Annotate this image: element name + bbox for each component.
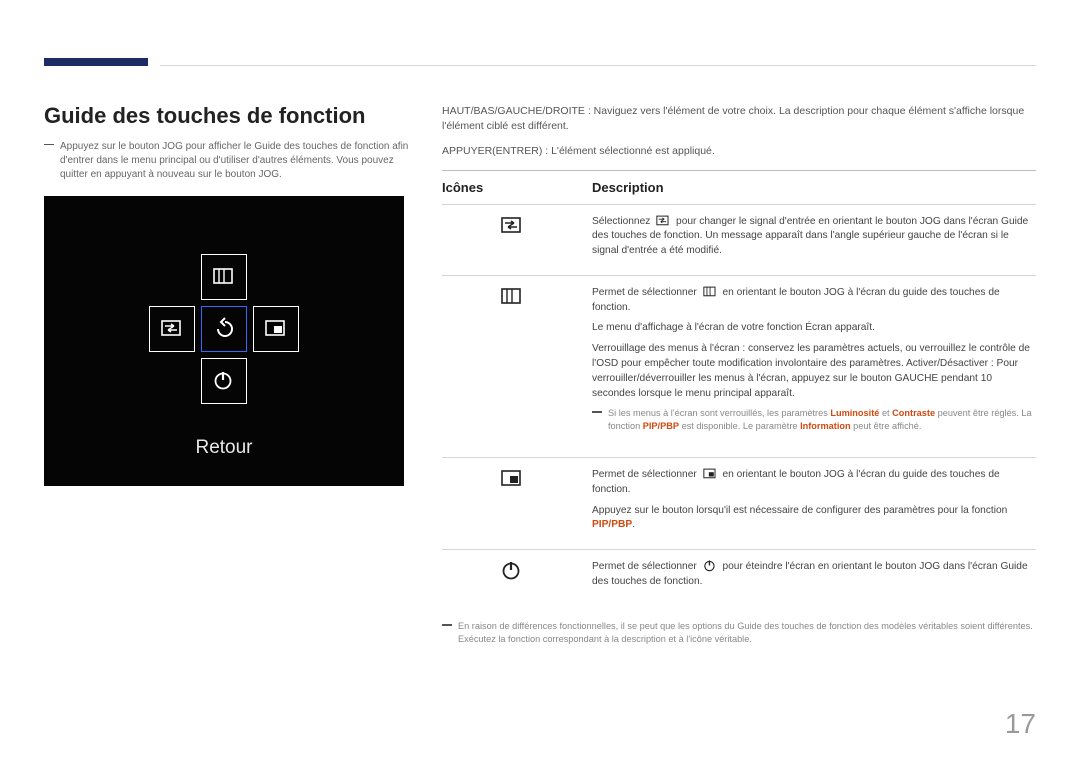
osd-preview: Retour bbox=[44, 196, 404, 486]
pip-icon bbox=[499, 466, 535, 502]
footer-note: En raison de différences fonctionnelles,… bbox=[442, 620, 1036, 646]
row3-pre: Permet de sélectionner bbox=[592, 469, 697, 480]
accent-bar bbox=[44, 58, 148, 66]
dpad-right[interactable] bbox=[253, 306, 299, 352]
col-header-desc: Description bbox=[592, 170, 1036, 204]
nav-instruction: HAUT/BAS/GAUCHE/DROITE : Naviguez vers l… bbox=[442, 104, 1036, 134]
source-icon bbox=[499, 213, 535, 249]
power-icon bbox=[499, 558, 535, 594]
jog-note-text: Appuyez sur le bouton JOG pour afficher … bbox=[60, 140, 416, 182]
icon-description-table: Icônes Description Sélectionnez pour cha… bbox=[442, 170, 1036, 610]
page-title: Guide des touches de fonction bbox=[44, 100, 416, 132]
jog-note: Appuyez sur le bouton JOG pour afficher … bbox=[44, 140, 416, 182]
row2-pre: Permet de sélectionner bbox=[592, 287, 697, 298]
source-icon bbox=[655, 213, 671, 227]
menu-icon bbox=[499, 284, 535, 320]
dpad-down[interactable] bbox=[201, 358, 247, 404]
table-row: Sélectionnez pour changer le signal d'en… bbox=[442, 204, 1036, 275]
table-row: Permet de sélectionner en orientant le b… bbox=[442, 458, 1036, 550]
row2-p3: Verrouillage des menus à l'écran : conse… bbox=[592, 342, 1036, 401]
row1-pre: Sélectionnez bbox=[592, 216, 650, 227]
footer-note-text: En raison de différences fonctionnelles,… bbox=[458, 620, 1036, 646]
dpad-left[interactable] bbox=[149, 306, 195, 352]
menu-icon bbox=[702, 284, 718, 298]
page-number: 17 bbox=[1005, 704, 1036, 745]
row4-pre: Permet de sélectionner bbox=[592, 561, 697, 572]
top-divider bbox=[160, 65, 1036, 66]
enter-instruction: APPUYER(ENTRER) : L'élément sélectionné … bbox=[442, 144, 1036, 159]
row2-p2: Le menu d'affichage à l'écran de votre f… bbox=[592, 321, 1036, 336]
dpad-up[interactable] bbox=[201, 254, 247, 300]
row2-lock-note: Si les menus à l'écran sont verrouillés,… bbox=[592, 407, 1036, 433]
osd-dpad bbox=[149, 254, 299, 404]
col-header-icons: Icônes bbox=[442, 170, 592, 204]
power-icon bbox=[702, 558, 718, 572]
dpad-center[interactable] bbox=[201, 306, 247, 352]
osd-label: Retour bbox=[44, 434, 404, 462]
pip-icon bbox=[702, 466, 718, 480]
table-row: Permet de sélectionner pour éteindre l'é… bbox=[442, 550, 1036, 610]
table-row: Permet de sélectionner en orientant le b… bbox=[442, 275, 1036, 457]
